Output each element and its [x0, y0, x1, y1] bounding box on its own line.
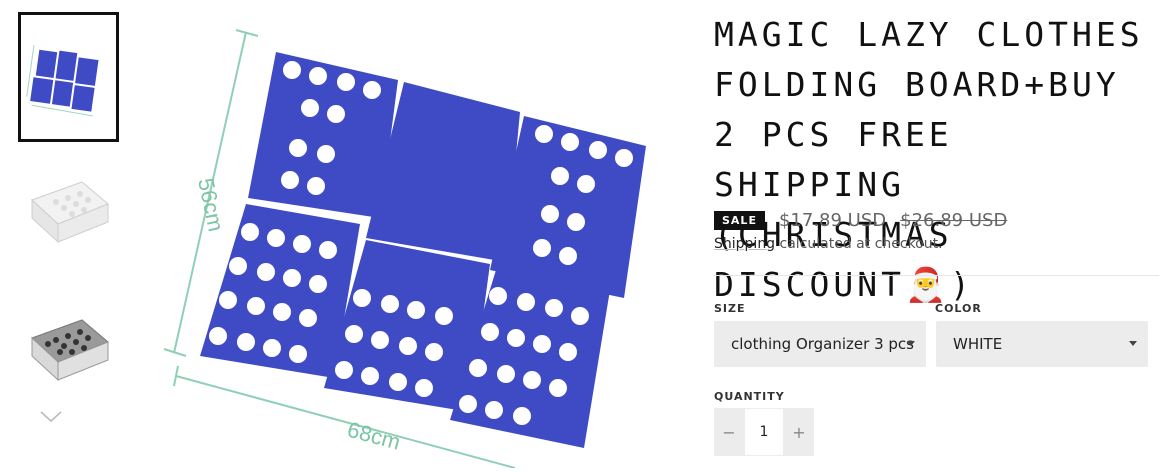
thumbnail-organizer-white[interactable]: [18, 162, 119, 252]
shipping-text: calculated at checkout.: [775, 236, 943, 252]
sale-badge: SALE: [714, 211, 765, 230]
size-select[interactable]: clothing Organizer 3 pcs: [714, 321, 926, 367]
size-label: SIZE: [714, 302, 746, 315]
caret-down-icon: [907, 341, 915, 346]
size-select-value: clothing Organizer 3 pcs: [731, 335, 914, 353]
quantity-label: QUANTITY: [714, 390, 785, 403]
quantity-decrease-button[interactable]: −: [714, 423, 744, 442]
color-select-value: WHITE: [953, 335, 1003, 353]
shipping-link[interactable]: Shipping: [714, 236, 775, 252]
height-label: 56cm: [193, 176, 229, 234]
chevron-down-icon[interactable]: [38, 404, 64, 430]
thumbnail-organizer-grey[interactable]: [18, 300, 119, 390]
color-select[interactable]: WHITE: [936, 321, 1148, 367]
divider: [714, 275, 1159, 276]
main-product-image: 56cm 68cm: [160, 8, 650, 469]
quantity-input[interactable]: 1: [744, 408, 784, 456]
shipping-note: Shipping calculated at checkout.: [714, 236, 943, 252]
quantity-increase-button[interactable]: +: [784, 423, 814, 442]
caret-down-icon: [1129, 341, 1137, 346]
price-row: SALE $17.89 USD $26.89 USD: [714, 210, 1007, 231]
product-form: SALE $17.89 USD $26.89 USD Shipping calc…: [714, 0, 1164, 468]
quantity-stepper: − 1 +: [714, 408, 814, 456]
compare-price: $26.89 USD: [900, 210, 1008, 231]
sale-price: $17.89 USD: [778, 210, 887, 231]
thumbnail-folding-board-blue[interactable]: [18, 12, 119, 142]
color-label: COLOR: [935, 302, 982, 315]
width-label: 68cm: [345, 417, 403, 455]
